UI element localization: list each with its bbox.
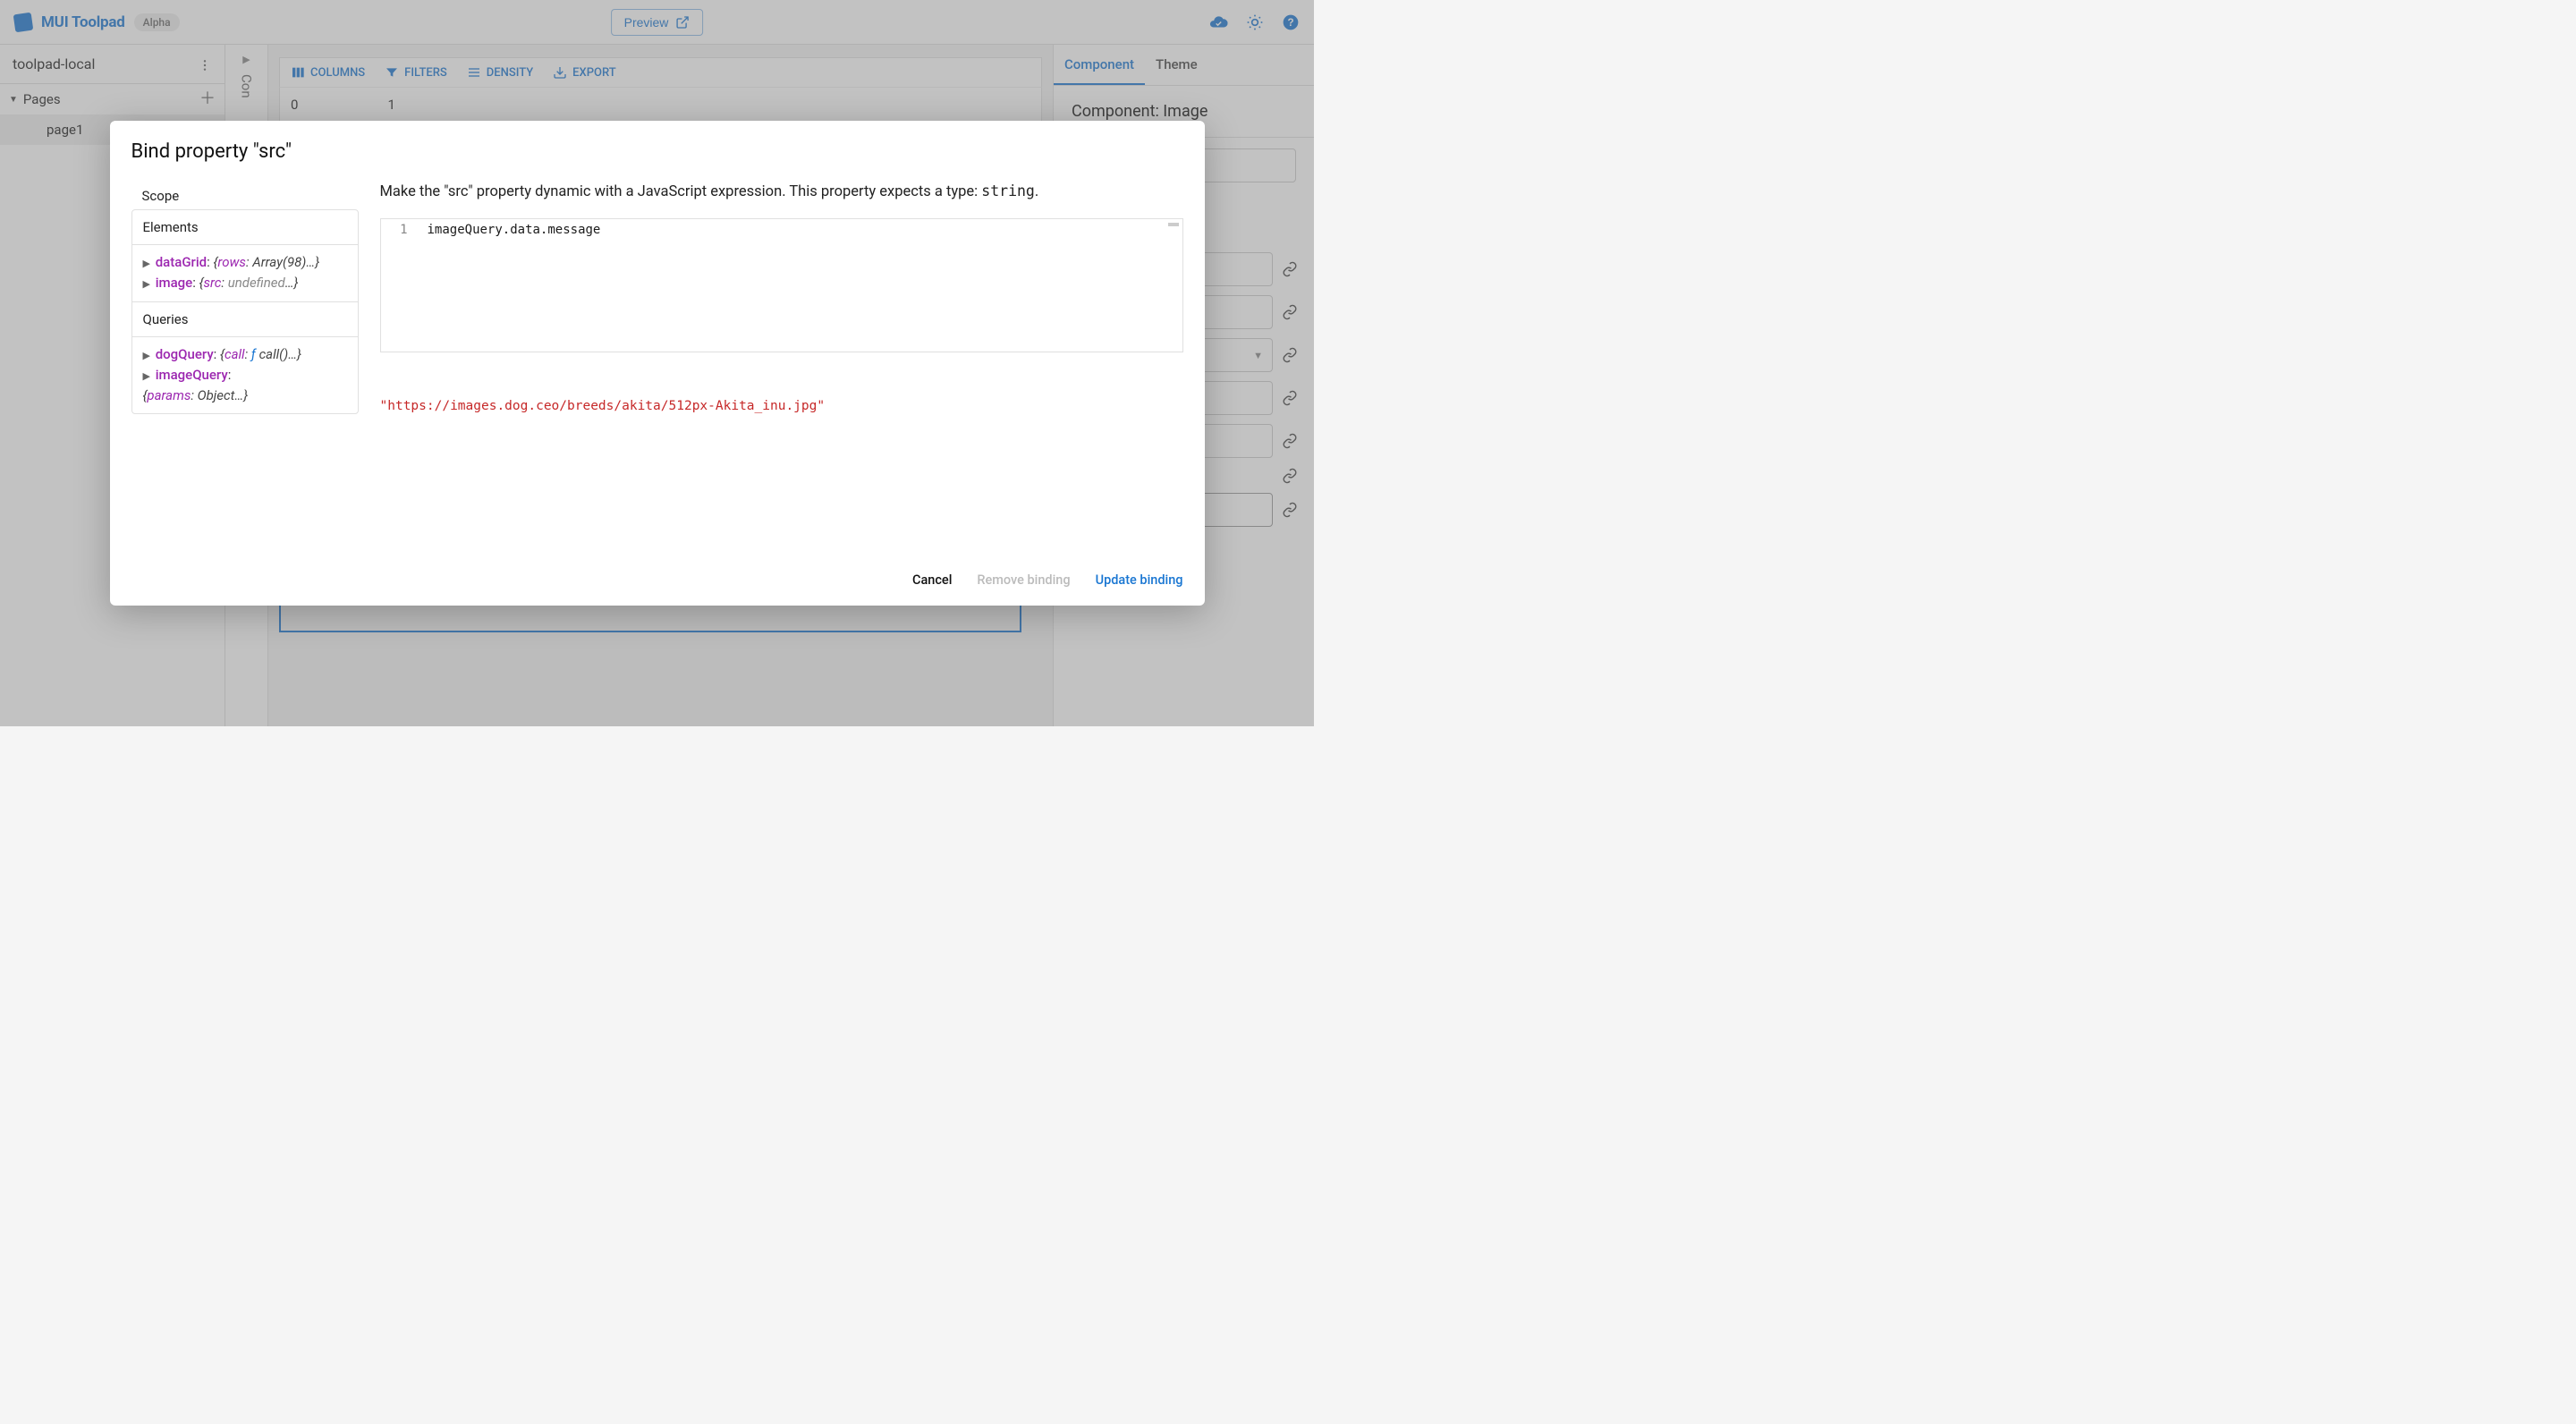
- scope-elements-body: ▶ dataGrid: {rows: Array(98)…} ▶ image: …: [132, 245, 358, 301]
- editor-code-area[interactable]: imageQuery.data.message: [420, 219, 1182, 352]
- scope-item-dogquery[interactable]: ▶ dogQuery: {call: ƒ call()…}: [143, 344, 347, 365]
- remove-binding-button: Remove binding: [977, 572, 1070, 588]
- scope-heading: Scope: [131, 182, 359, 209]
- modal-title: Bind property "src": [131, 140, 1183, 163]
- modal-footer: Cancel Remove binding Update binding: [131, 562, 1183, 588]
- editor-line-1: imageQuery.data.message: [428, 223, 1175, 237]
- modal-overlay[interactable]: Bind property "src" Scope Elements ▶ dat…: [0, 0, 1314, 726]
- scope-item-imagequery[interactable]: ▶ imageQuery: {params: Object…}: [143, 365, 347, 407]
- scope-elements-heading: Elements: [132, 210, 358, 245]
- expand-icon: ▶: [143, 350, 150, 361]
- editor-gutter: 1: [381, 219, 420, 352]
- scope-item-image[interactable]: ▶ image: {src: undefined…}: [143, 273, 347, 293]
- scope-box: Elements ▶ dataGrid: {rows: Array(98)…} …: [131, 209, 359, 414]
- editor-column: Make the "src" property dynamic with a J…: [380, 182, 1183, 562]
- code-editor[interactable]: 1 imageQuery.data.message: [380, 218, 1183, 352]
- scope-column: Scope Elements ▶ dataGrid: {rows: Array(…: [131, 182, 359, 562]
- expand-icon: ▶: [143, 258, 150, 269]
- bind-property-modal: Bind property "src" Scope Elements ▶ dat…: [110, 121, 1205, 606]
- scope-queries-body: ▶ dogQuery: {call: ƒ call()…} ▶ imageQue…: [132, 337, 358, 414]
- scope-item-datagrid[interactable]: ▶ dataGrid: {rows: Array(98)…}: [143, 252, 347, 273]
- scope-queries-heading: Queries: [132, 301, 358, 337]
- modal-prompt: Make the "src" property dynamic with a J…: [380, 182, 1183, 200]
- editor-result: "https://images.dog.ceo/breeds/akita/512…: [380, 399, 1183, 413]
- editor-minimap: [1168, 223, 1179, 226]
- modal-body: Scope Elements ▶ dataGrid: {rows: Array(…: [131, 182, 1183, 562]
- expand-icon: ▶: [143, 278, 150, 290]
- expand-icon: ▶: [143, 370, 150, 382]
- update-binding-button[interactable]: Update binding: [1096, 572, 1183, 588]
- cancel-button[interactable]: Cancel: [912, 572, 952, 588]
